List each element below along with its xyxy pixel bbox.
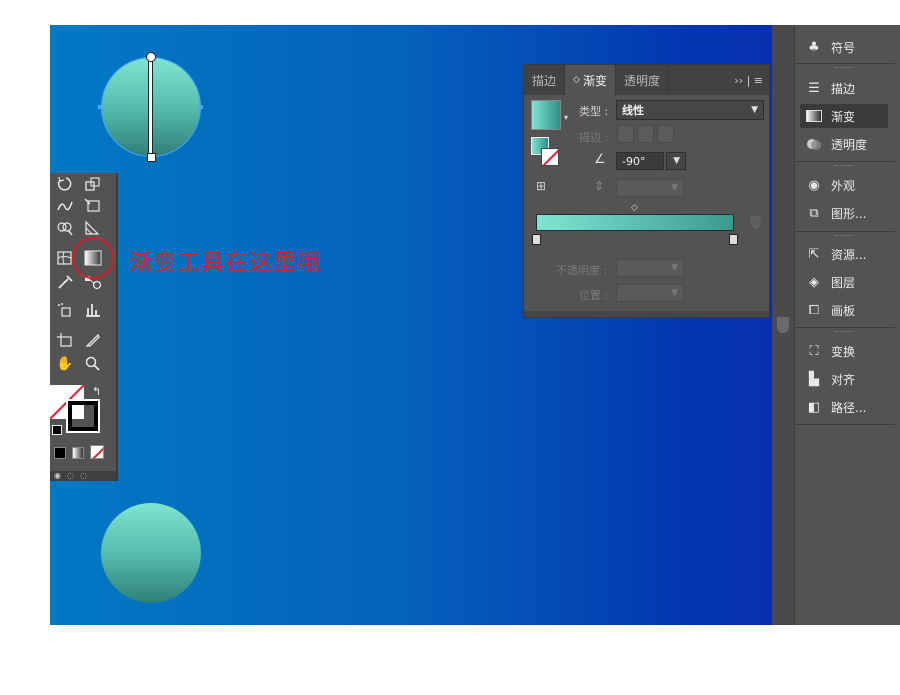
club-icon: ♣: [808, 39, 820, 55]
panel-item-artboards[interactable]: ⧠ 画板: [805, 298, 893, 322]
gradient-stop-start[interactable]: [532, 234, 541, 245]
none-mode-button[interactable]: [90, 445, 104, 459]
scale-tool-icon[interactable]: [82, 175, 104, 193]
panel-menu-button[interactable]: ›› | ≡: [728, 65, 769, 95]
gradient-slider-bar[interactable]: [536, 214, 734, 231]
column-graph-tool-icon[interactable]: [82, 301, 104, 319]
delete-stop-icon[interactable]: 🗑: [748, 215, 763, 229]
gradient-panel: 描边 ◇ 渐变 透明度 ›› | ≡ ▾ 类型 : 线性 ▼ 描边 : ∠ -90°…: [523, 64, 770, 318]
hand-tool-icon[interactable]: ✋: [54, 355, 76, 373]
anchor-point-right[interactable]: [199, 105, 203, 109]
stroke-gradient-along-icon[interactable]: [637, 125, 654, 143]
panel-item-stroke[interactable]: ☰ 描边: [805, 76, 893, 100]
chevron-down-icon: ▼: [673, 156, 680, 166]
warp-tool-icon[interactable]: [54, 197, 76, 215]
stroke-gradient-within-icon[interactable]: [617, 125, 634, 143]
drawing-modes-icon[interactable]: ◉◌◌: [50, 471, 116, 481]
panel-item-align[interactable]: ▙ 对齐: [805, 367, 893, 391]
tab-gradient[interactable]: ◇ 渐变: [565, 65, 616, 95]
anchor-point-left[interactable]: [98, 105, 102, 109]
dock-scroll-nub: [777, 317, 789, 333]
midpoint-diamond-icon[interactable]: ◇: [631, 203, 638, 213]
panel-item-gradient[interactable]: 渐变: [800, 104, 888, 128]
right-panel-dock: ♣ 符号 ☰ 描边 渐变 透明度 ◉ 外观 ⧉ 图形... ⇱ 资源... ◈ 图层 ⧠ 画板…: [772, 25, 900, 625]
tools-panel: ✋ ↰ ◉◌◌: [50, 173, 118, 481]
chevron-down-icon: ▼: [751, 105, 758, 115]
panel-item-asset-export[interactable]: ⇱ 资源...: [805, 242, 893, 266]
stroke-lines-icon: ☰: [808, 80, 820, 96]
graphic-styles-icon: ⧉: [809, 205, 819, 221]
panel-item-transparency[interactable]: 透明度: [805, 132, 893, 156]
gradient-tool-highlight: [72, 237, 114, 279]
chevron-down-icon: ▼: [671, 183, 678, 193]
gradient-stop-end[interactable]: [729, 234, 738, 245]
gradient-origin-handle[interactable]: [146, 52, 156, 62]
rotate-tool-icon[interactable]: [54, 175, 76, 193]
default-colors-icon[interactable]: [52, 425, 62, 435]
align-icon: ▙: [809, 371, 819, 387]
symbol-sprayer-tool-icon[interactable]: [54, 301, 76, 319]
panel-item-appearance[interactable]: ◉ 外观: [805, 173, 893, 197]
free-transform-tool-icon[interactable]: [82, 197, 104, 215]
panel-resize-bar[interactable]: [524, 311, 769, 317]
panel-item-transform[interactable]: ⛶ 变换: [805, 339, 893, 363]
gradient-preview-swatch[interactable]: [531, 100, 561, 130]
slice-knife-tool-icon[interactable]: [82, 331, 104, 349]
asset-export-icon: ⇱: [808, 246, 820, 262]
panel-icon-list: ♣ 符号 ☰ 描边 渐变 透明度 ◉ 外观 ⧉ 图形... ⇱ 资源... ◈ 图层 ⧠ 画板…: [794, 25, 895, 625]
annotation-text: 渐变工具在这里哦: [129, 250, 321, 276]
aspect-ratio-select[interactable]: ▼: [616, 179, 684, 197]
angle-dropdown[interactable]: ▼: [666, 152, 686, 170]
swap-fill-stroke-icon[interactable]: ↰: [92, 385, 101, 398]
shape-builder-tool-icon[interactable]: [54, 219, 76, 237]
appearance-icon: ◉: [808, 177, 820, 193]
stroke-swatch[interactable]: [66, 399, 100, 433]
gradient-circle[interactable]: [101, 503, 201, 603]
layers-icon: ◈: [809, 274, 819, 290]
color-mode-button[interactable]: [54, 447, 66, 459]
perspective-grid-tool-icon[interactable]: [82, 219, 104, 237]
angle-input[interactable]: -90°: [616, 152, 664, 170]
stroke-label: 描边 :: [579, 131, 609, 144]
angle-icon: ∠: [594, 152, 606, 167]
type-select[interactable]: 线性 ▼: [616, 100, 764, 120]
artboard-tool-icon[interactable]: [54, 331, 76, 349]
zoom-tool-icon[interactable]: [82, 355, 104, 373]
panel-item-graphic-styles[interactable]: ⧉ 图形...: [805, 201, 893, 225]
gradient-mode-button[interactable]: [72, 447, 84, 459]
panel-item-pathfinder[interactable]: ◧ 路径...: [805, 395, 893, 419]
position-label: 位置 :: [579, 289, 609, 302]
chevron-down-icon: ▼: [671, 288, 678, 298]
panel-item-layers[interactable]: ◈ 图层: [805, 270, 893, 294]
panel-item-symbols[interactable]: ♣ 符号: [805, 35, 893, 59]
stroke-gradient-buttons: [617, 125, 677, 143]
pathfinder-icon: ◧: [807, 399, 821, 415]
transform-icon: ⛶: [809, 343, 819, 359]
stroke-mini-swatch[interactable]: [541, 148, 559, 166]
stroke-gradient-across-icon[interactable]: [657, 125, 674, 143]
chevron-down-icon: ▼: [671, 263, 678, 273]
tab-stroke[interactable]: 描边: [524, 65, 566, 95]
transparency-icon: [805, 137, 823, 151]
tab-marker-icon: ◇: [573, 75, 580, 85]
tab-transparency[interactable]: 透明度: [616, 65, 669, 95]
position-select[interactable]: ▼: [616, 284, 684, 302]
gradient-icon: [805, 109, 823, 123]
opacity-label: 不透明度 :: [556, 264, 608, 277]
aspect-ratio-icon: ⇕: [594, 179, 605, 193]
swatch-dropdown-icon[interactable]: ▾: [564, 113, 568, 122]
gradient-annotator-line[interactable]: [148, 57, 153, 157]
gradient-end-handle[interactable]: [147, 153, 156, 162]
type-label: 类型 :: [579, 105, 609, 118]
artboards-icon: ⧠: [808, 302, 820, 318]
opacity-select[interactable]: ▼: [616, 259, 684, 277]
eyedropper-tool-icon[interactable]: [54, 273, 76, 291]
reverse-gradient-icon[interactable]: ⊞: [536, 179, 546, 193]
panel-tabs: 描边 ◇ 渐变 透明度 ›› | ≡: [524, 65, 769, 95]
